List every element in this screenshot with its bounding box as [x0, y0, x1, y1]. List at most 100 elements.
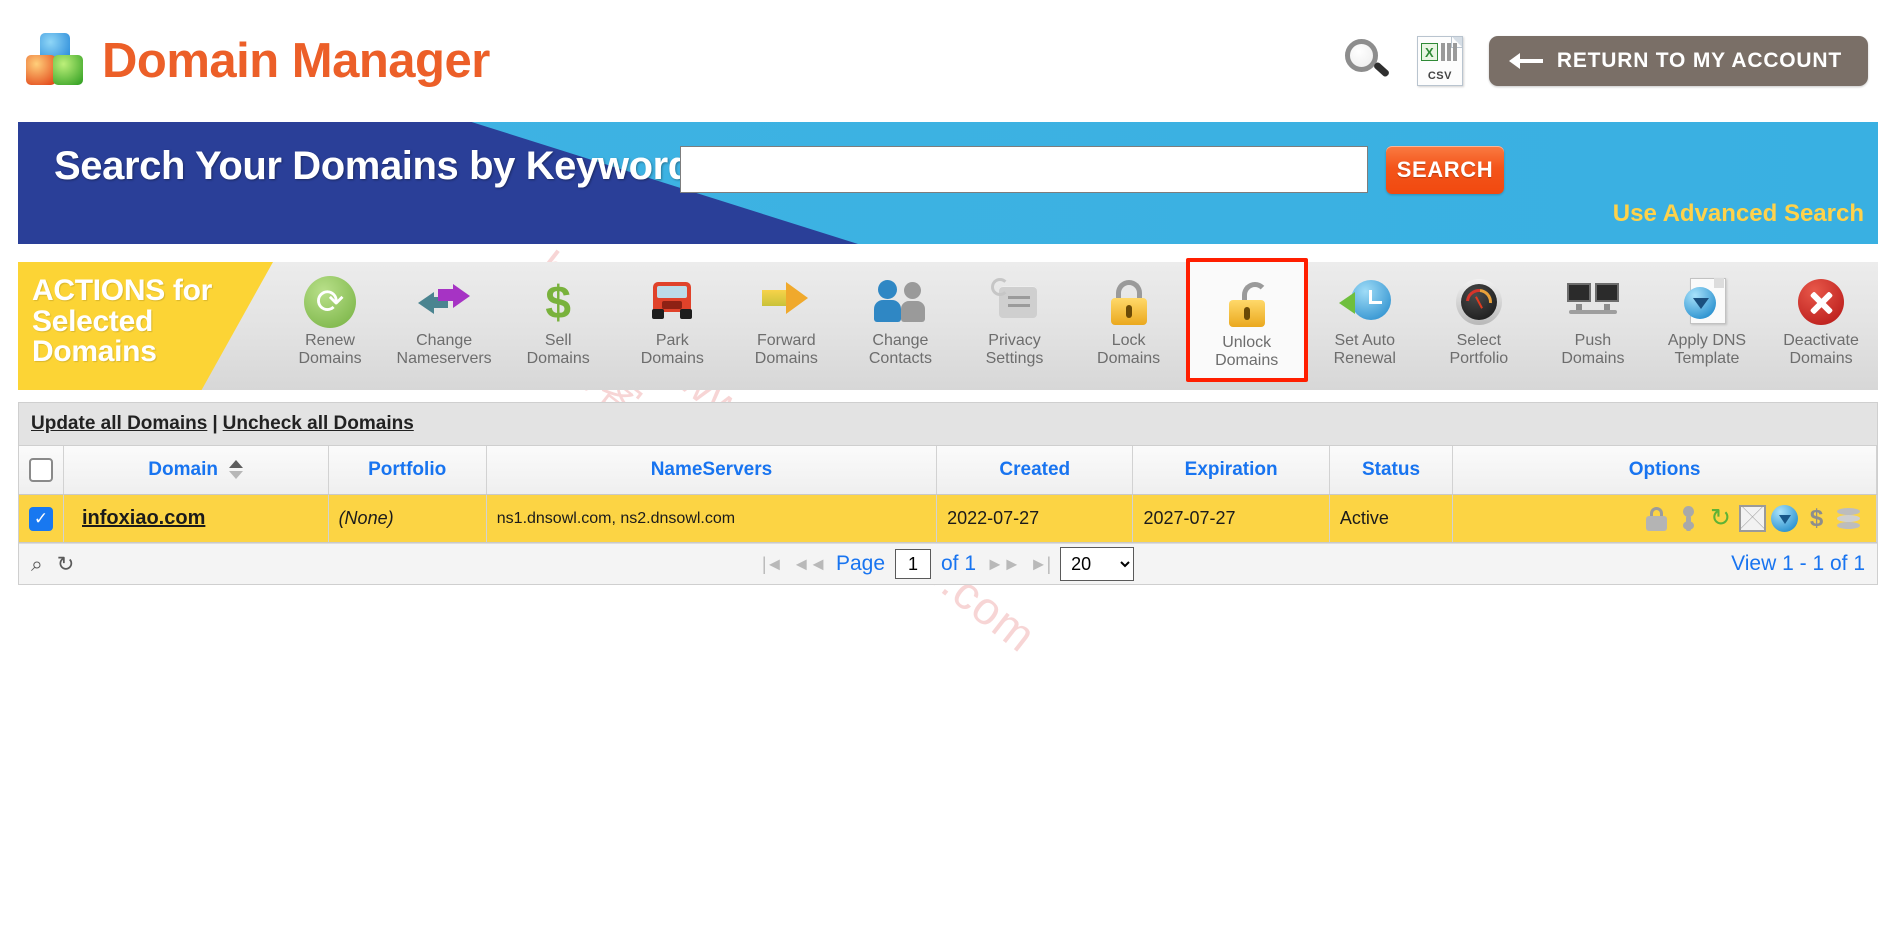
cell-nameservers: ns1.dnsowl.com, ns2.dnsowl.com	[486, 494, 938, 543]
open-padlock-icon	[1221, 278, 1273, 330]
next-page-button[interactable]: ►►	[986, 554, 1021, 575]
pager-controls: |◄ ◄◄ Page of 1 ►► ►| 2050100	[19, 547, 1877, 581]
search-banner-title: Search Your Domains by Keyword	[54, 144, 692, 188]
action-sell-domains[interactable]: $ Sell Domains	[501, 272, 615, 368]
domains-table: Domain Portfolio NameServers Created Exp…	[19, 446, 1877, 543]
action-privacy-settings[interactable]: Privacy Settings	[957, 272, 1071, 368]
action-select-portfolio[interactable]: Select Portfolio	[1422, 272, 1536, 368]
return-to-my-account-button[interactable]: RETURN TO MY ACCOUNT	[1488, 36, 1868, 86]
dollar-icon[interactable]: $	[1803, 505, 1830, 532]
arrow-left-icon	[1508, 52, 1543, 70]
action-label: Lock Domains	[1097, 332, 1161, 367]
action-label: Change Contacts	[868, 332, 932, 367]
th-status[interactable]: Status	[1329, 446, 1454, 495]
th-nameservers[interactable]: NameServers	[486, 446, 938, 495]
search-rows-icon[interactable]: ⌕	[31, 554, 43, 575]
action-label: Privacy Settings	[985, 332, 1044, 367]
table-header-row: Domain Portfolio NameServers Created Exp…	[19, 446, 1877, 495]
th-options: Options	[1452, 446, 1877, 495]
page-header: Domain Manager X CSV RETURN TO MY ACCOUN…	[0, 0, 1896, 122]
action-renew-domains[interactable]: RenewDomains	[273, 272, 387, 368]
action-label: Set Auto Renewal	[1333, 332, 1396, 367]
update-all-domains-link[interactable]: Update all Domains	[31, 413, 207, 434]
page-size-select[interactable]: 2050100	[1060, 547, 1135, 581]
action-forward-domains[interactable]: Forward Domains	[729, 272, 843, 368]
action-deactivate-domains[interactable]: Deactivate Domains	[1764, 272, 1878, 368]
magnifier-icon[interactable]	[1343, 37, 1391, 85]
clock-globe-icon	[1338, 276, 1391, 328]
page-of-label: of 1	[941, 552, 977, 575]
brand-area: Domain Manager	[26, 33, 490, 89]
pagination-bar: ⌕ ↻ |◄ ◄◄ Page of 1 ►► ►| 2050100 View 1…	[19, 543, 1877, 584]
search-button[interactable]: SEARCH	[1386, 146, 1504, 194]
yellow-forward-arrow-icon	[760, 276, 812, 328]
use-advanced-search-link[interactable]: Use Advanced Search	[1613, 200, 1864, 228]
domain-link[interactable]: infoxiao.com	[82, 507, 205, 529]
key-icon[interactable]	[1675, 505, 1702, 532]
action-label: Apply DNS Template	[1667, 332, 1747, 367]
cell-options: ↻ $	[1452, 494, 1877, 543]
action-lock-domains[interactable]: Lock Domains	[1072, 272, 1186, 368]
refresh-icon[interactable]: ↻	[1707, 505, 1734, 532]
th-portfolio[interactable]: Portfolio	[328, 446, 487, 495]
action-label: Change Nameservers	[396, 332, 492, 367]
th-domain-label: Domain	[148, 459, 218, 480]
dollar-sign-icon: $	[545, 276, 571, 328]
action-change-contacts[interactable]: Change Contacts	[843, 272, 957, 368]
action-park-domains[interactable]: Park Domains	[615, 272, 729, 368]
page-label: Page	[835, 552, 885, 575]
action-label: Park Domains	[640, 332, 704, 367]
action-label: Deactivate Domains	[1783, 332, 1859, 367]
cube-red	[26, 55, 56, 85]
table-row: ✓ infoxiao.com (None) ns1.dnsowl.com, ns…	[19, 494, 1877, 543]
domains-table-container: Update all Domains | Uncheck all Domains D…	[18, 402, 1878, 585]
cell-status: Active	[1329, 494, 1454, 543]
database-icon[interactable]	[1835, 505, 1862, 532]
th-domain[interactable]: Domain	[63, 446, 329, 495]
actions-items: RenewDomains ChangeNameservers $ SellDom…	[273, 258, 1878, 390]
actions-toolbar-label: ACTIONS for Selected Domains	[18, 262, 273, 390]
table-head: Domain Portfolio NameServers Created Exp…	[19, 446, 1877, 495]
action-set-auto-renewal[interactable]: Set Auto Renewal	[1308, 272, 1422, 368]
links-separator: |	[212, 413, 218, 434]
action-change-nameservers[interactable]: Change Nameservers	[387, 272, 501, 368]
last-page-button[interactable]: ►|	[1030, 554, 1051, 575]
prev-page-button[interactable]: ◄◄	[792, 554, 827, 575]
sort-arrows-icon[interactable]	[229, 460, 244, 480]
cell-portfolio: (None)	[328, 494, 487, 543]
cell-domain: infoxiao.com	[63, 494, 329, 543]
envelope-icon[interactable]	[1739, 505, 1766, 532]
action-label: Forward Domains	[754, 332, 818, 367]
return-button-label: RETURN TO MY ACCOUNT	[1556, 49, 1842, 72]
row-checkbox[interactable]: ✓	[29, 506, 53, 531]
csv-export-icon[interactable]: X CSV	[1416, 36, 1463, 86]
th-created[interactable]: Created	[936, 446, 1134, 495]
th-expiration[interactable]: Expiration	[1132, 446, 1330, 495]
search-input[interactable]	[680, 146, 1368, 193]
page-title: Domain Manager	[102, 34, 490, 88]
view-count-label[interactable]: View 1 - 1 of 1	[1731, 552, 1865, 576]
padlock-icon[interactable]	[1643, 505, 1670, 532]
refresh-rows-icon[interactable]: ↻	[57, 554, 75, 575]
globe-icon[interactable]	[1771, 505, 1798, 532]
action-push-domains[interactable]: Push Domains	[1536, 272, 1650, 368]
page-number-input[interactable]	[895, 549, 931, 579]
uncheck-all-domains-link[interactable]: Uncheck all Domains	[223, 413, 414, 434]
action-label: Sell Domains	[526, 332, 590, 367]
th-select-all	[19, 446, 64, 495]
two-people-icon	[874, 276, 926, 328]
search-banner: Search Your Domains by Keyword SEARCH Us…	[18, 122, 1878, 244]
dns-document-globe-icon	[1681, 276, 1733, 328]
two-monitors-icon	[1566, 276, 1619, 328]
row-select-cell: ✓	[19, 494, 64, 543]
action-label: Select Portfolio	[1449, 332, 1509, 367]
action-label: Renew Domains	[298, 332, 362, 367]
actions-toolbar: ACTIONS for Selected Domains RenewDomain…	[18, 258, 1878, 390]
table-body: ✓ infoxiao.com (None) ns1.dnsowl.com, ns…	[19, 494, 1877, 543]
red-truck-icon	[646, 276, 698, 328]
action-unlock-domains[interactable]: Unlock Domains	[1185, 258, 1308, 382]
select-all-checkbox[interactable]	[29, 458, 53, 482]
pager-left-tools: ⌕ ↻	[31, 554, 74, 575]
action-apply-dns-template[interactable]: Apply DNS Template	[1650, 272, 1764, 368]
first-page-button[interactable]: |◄	[762, 554, 783, 575]
